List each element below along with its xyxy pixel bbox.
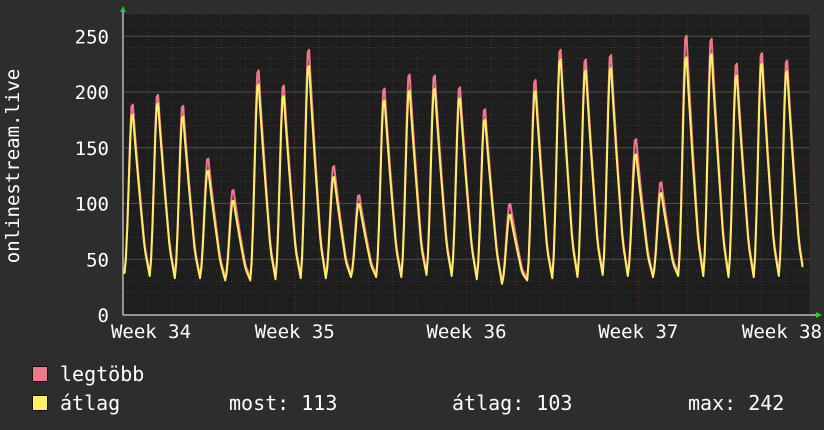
y-tick-label: 100 [75, 194, 109, 216]
y-axis-label: onlinestream.live [2, 69, 24, 263]
x-tick-label: Week 38 [742, 321, 822, 343]
legend-swatch-avg [32, 395, 48, 411]
y-tick-label: 50 [86, 249, 109, 271]
x-tick-label: Week 35 [255, 321, 335, 343]
x-axis-arrow [816, 312, 822, 318]
stat-average: átlag: 103 [452, 391, 573, 415]
x-tick-label: Week 34 [111, 321, 191, 343]
legend-swatch-max [32, 366, 48, 382]
y-tick-label: 150 [75, 138, 109, 160]
x-tick-labels: Week 34 Week 35 Week 36 Week 37 Week 38 [111, 321, 822, 343]
legend-item-avg: átlag [32, 391, 120, 415]
legend-label-avg: átlag [60, 391, 121, 415]
y-axis-arrow [120, 6, 126, 12]
legend-item-max: legtöbb [32, 362, 144, 386]
stat-maximum: max: 242 [688, 391, 785, 415]
legend-label-max: legtöbb [60, 362, 145, 386]
y-tick-label: 0 [98, 305, 109, 327]
y-tick-label: 200 [75, 82, 109, 104]
stat-current: most: 113 [229, 391, 338, 415]
y-tick-labels: 0 50 100 150 200 250 [75, 26, 109, 327]
y-tick-label: 250 [75, 26, 109, 48]
x-tick-label: Week 37 [598, 321, 678, 343]
x-tick-label: Week 36 [426, 321, 506, 343]
